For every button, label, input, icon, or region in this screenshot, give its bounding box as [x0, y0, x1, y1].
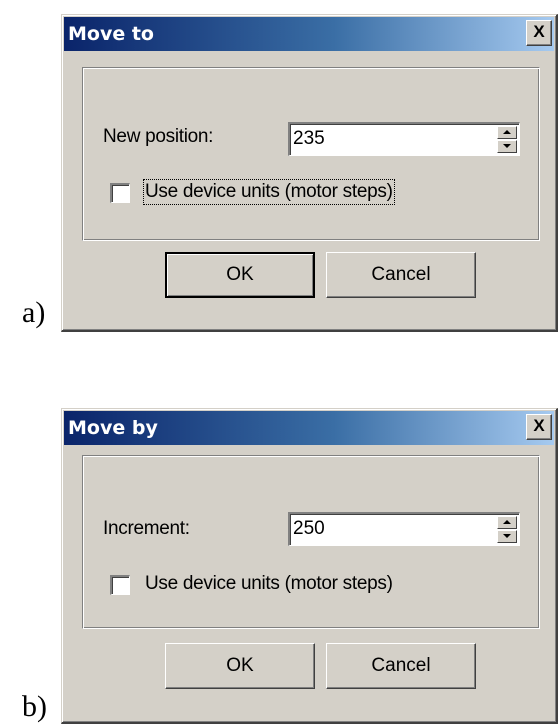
spin-buttons	[497, 516, 517, 543]
figure-label-b: b)	[22, 690, 47, 723]
spin-up-icon	[503, 130, 511, 134]
title-bar[interactable]: Move by X	[64, 411, 554, 445]
cancel-button[interactable]: Cancel	[326, 643, 476, 689]
close-button[interactable]: X	[526, 20, 552, 46]
close-button[interactable]: X	[526, 414, 552, 440]
close-icon: X	[533, 22, 545, 41]
ok-button[interactable]: OK	[165, 252, 315, 298]
cancel-button[interactable]: Cancel	[326, 252, 476, 298]
spin-up-button[interactable]	[497, 516, 517, 529]
new-position-spinbox[interactable]	[288, 122, 520, 156]
spin-buttons	[497, 126, 517, 153]
device-units-checkbox[interactable]	[110, 575, 130, 595]
figure-label-a: a)	[22, 296, 46, 329]
spin-up-icon	[503, 520, 511, 524]
title-bar[interactable]: Move to X	[64, 17, 554, 51]
device-units-label[interactable]: Use device units (motor steps)	[145, 573, 393, 595]
spin-up-button[interactable]	[497, 126, 517, 139]
device-units-label[interactable]: Use device units (motor steps)	[143, 179, 395, 205]
options-group: Increment: Use device units (motor steps…	[82, 455, 540, 629]
increment-spinbox[interactable]	[288, 512, 520, 546]
move-to-dialog: Move to X New position: Use device units…	[61, 14, 558, 332]
device-units-checkbox[interactable]	[110, 183, 130, 203]
move-by-dialog: Move by X Increment: Use device units (m…	[61, 408, 558, 724]
new-position-input[interactable]	[293, 125, 473, 153]
dialog-title: Move by	[68, 417, 158, 439]
spin-down-button[interactable]	[497, 140, 517, 153]
spin-down-button[interactable]	[497, 530, 517, 543]
increment-label: Increment:	[103, 518, 190, 539]
ok-button[interactable]: OK	[165, 643, 315, 689]
new-position-label: New position:	[103, 126, 214, 147]
spin-down-icon	[503, 144, 511, 148]
spin-down-icon	[503, 534, 511, 538]
options-group: New position: Use device units (motor st…	[82, 67, 540, 241]
dialog-title: Move to	[68, 23, 154, 45]
increment-input[interactable]	[293, 515, 473, 543]
close-icon: X	[533, 416, 545, 435]
